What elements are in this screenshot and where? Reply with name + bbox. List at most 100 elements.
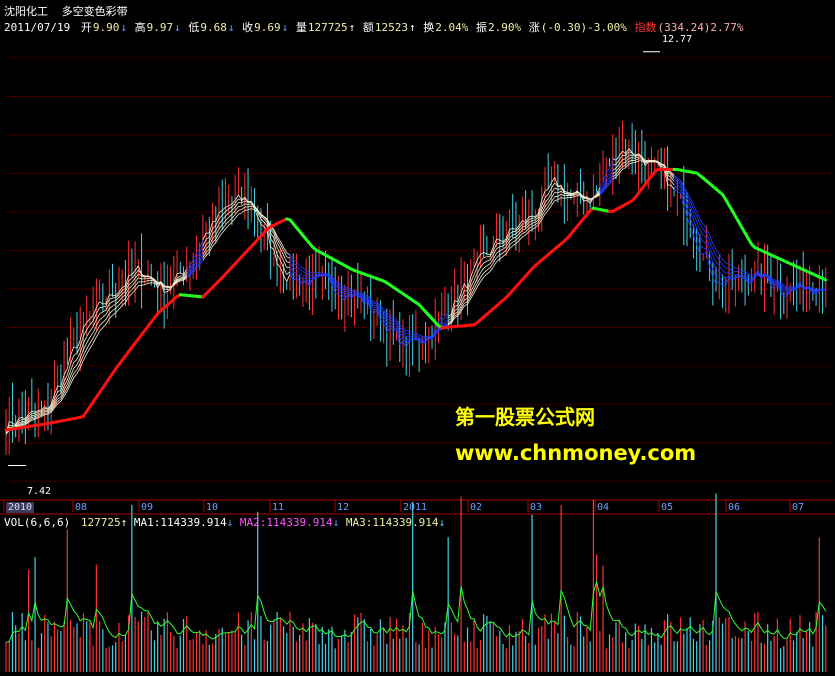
- watermark-title: 第一股票公式网: [455, 405, 595, 429]
- ribbon-segment: [73, 364, 78, 369]
- month-label: 09: [141, 502, 154, 513]
- ribbon-segment: [483, 265, 488, 269]
- ribbon-segment: [89, 343, 94, 349]
- ribbon-segment: [147, 282, 152, 284]
- ribbon-segment: [480, 272, 484, 278]
- close-value: 9.69: [254, 21, 281, 34]
- volume-legend: VOL(6,6,6) 127725↑ MA1:114339.914↓ MA2:1…: [4, 516, 445, 529]
- ribbon-segment: [699, 218, 704, 225]
- ribbon-segment: [89, 332, 94, 338]
- volume-label: 量: [295, 21, 307, 34]
- open-label: 开: [80, 21, 92, 34]
- ribbon-segment: [212, 242, 217, 247]
- ribbon-segment: [99, 327, 104, 332]
- change-label: 涨: [528, 21, 540, 34]
- month-label: 06: [728, 502, 741, 513]
- ribbon-segment: [351, 292, 355, 294]
- ribbon-segment: [102, 323, 107, 328]
- ribbon-segment: [38, 409, 42, 411]
- ribbon-segment: [748, 280, 752, 282]
- amplitude-value: 2.90%: [487, 21, 522, 34]
- ribbon-segment: [418, 334, 423, 337]
- ribbon-segment: [112, 297, 116, 299]
- ribbon-segment: [99, 311, 104, 315]
- ma2-label: MA2:: [239, 516, 267, 529]
- ribbon-segment: [483, 260, 488, 264]
- ribbon-segment: [99, 316, 104, 321]
- arrow-down-icon: ↓: [227, 21, 235, 34]
- ribbon-segment: [238, 209, 242, 211]
- ribbon-segment: [712, 254, 717, 263]
- ribbon-segment: [689, 197, 694, 205]
- kline-chart[interactable]: [0, 0, 835, 676]
- watermark-url: www.chnmoney.com: [455, 441, 697, 465]
- ribbon-segment: [364, 299, 368, 301]
- stock-name[interactable]: 沈阳化工: [4, 5, 48, 18]
- ribbon-segment: [486, 259, 491, 262]
- month-label: 03: [530, 502, 543, 513]
- ma2-value: 114339.914: [266, 516, 333, 529]
- ribbon-segment: [238, 212, 242, 215]
- month-label: 10: [206, 502, 219, 513]
- indicator-name[interactable]: 多空变色彩带: [62, 5, 128, 18]
- ribbon-segment: [102, 314, 107, 318]
- ribbon-segment: [89, 337, 94, 344]
- ribbon-segment: [486, 271, 491, 275]
- ribbon-segment: [480, 276, 484, 282]
- ribbon-segment: [399, 338, 404, 340]
- month-label: 12: [337, 502, 350, 513]
- arrow-up-icon: ↑: [120, 516, 128, 529]
- ribbon-segment: [483, 273, 488, 278]
- quote-date: 2011/07/19: [4, 21, 71, 34]
- low-price-marker: 7.42: [27, 486, 52, 497]
- arrow-down-icon: ↓: [281, 21, 289, 34]
- ribbon-segment: [22, 419, 26, 421]
- ribbon-segment: [73, 358, 78, 363]
- ribbon-segment: [480, 268, 484, 274]
- month-label: 11: [272, 502, 285, 513]
- ribbon-segment: [102, 318, 107, 323]
- arrow-down-icon: ↓: [438, 516, 446, 529]
- month-label: 02: [470, 502, 483, 513]
- ribbon-segment: [279, 241, 284, 248]
- ribbon-segment: [483, 269, 488, 274]
- high-price-marker: 12.77: [662, 34, 693, 45]
- vol-title: VOL(6,6,6): [4, 516, 71, 529]
- ribbon-segment: [486, 263, 491, 267]
- ribbon-segment: [180, 278, 184, 280]
- low-label: 低: [188, 21, 200, 34]
- ribbon-segment: [557, 185, 562, 188]
- ribbon-segment: [299, 265, 304, 269]
- ribbon-segment: [57, 398, 62, 402]
- ribbon-segment: [276, 235, 281, 242]
- amplitude-label: 振: [475, 21, 487, 34]
- ribbon-segment: [567, 193, 571, 195]
- ribbon-segment: [699, 223, 704, 230]
- ribbon-segment: [96, 330, 100, 338]
- close-label: 收: [242, 21, 254, 34]
- open-value: 9.90: [92, 21, 120, 34]
- ribbon-segment: [722, 259, 727, 264]
- amount-value: 12523: [374, 21, 408, 34]
- trend-segment: [821, 276, 828, 282]
- ribbon-segment: [73, 353, 78, 356]
- ribbon-segment: [73, 369, 78, 374]
- chart-title-row: 沈阳化工 多空变色彩带: [4, 5, 129, 18]
- ma3-value: 114339.914: [372, 516, 439, 529]
- ribbon-segment: [86, 342, 91, 350]
- ribbon-segment: [299, 269, 304, 272]
- quote-row: 2011/07/19 开9.90↓ 高9.97↓ 低9.68↓ 收9.69↓ 量…: [4, 21, 745, 34]
- ribbon-segment: [86, 337, 91, 344]
- ma3-label: MA3:: [345, 516, 373, 529]
- turnover-label: 换: [423, 21, 435, 34]
- high-value: 9.97: [146, 21, 174, 34]
- ribbon-segment: [286, 266, 291, 269]
- ribbon-segment: [218, 232, 223, 238]
- index-label: 指数: [634, 21, 657, 34]
- ribbon-segment: [57, 396, 62, 400]
- amount-label: 额: [362, 21, 374, 34]
- ribbon-segment: [66, 375, 71, 385]
- month-label: 2011: [403, 502, 428, 513]
- arrow-down-icon: ↓: [226, 516, 234, 529]
- ribbon-segment: [732, 276, 736, 279]
